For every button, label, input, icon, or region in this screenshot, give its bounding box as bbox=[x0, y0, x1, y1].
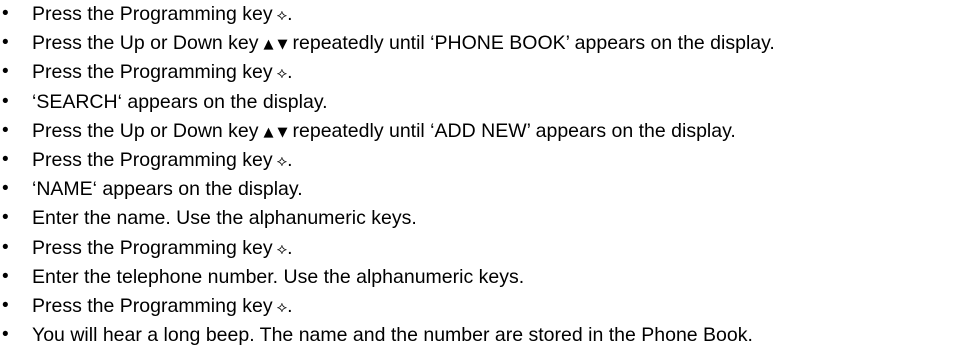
bullet-icon: • bbox=[2, 294, 9, 316]
bullet-icon: • bbox=[2, 324, 9, 346]
up-arrow-icon: ▲ bbox=[263, 124, 278, 140]
bullet-icon: • bbox=[2, 90, 9, 112]
step-label: Enter the telephone number. Use the alph… bbox=[32, 265, 525, 288]
list-item: • Press the Programming key ⟡. bbox=[0, 294, 975, 323]
step-text: Press the Up or Down key ▲▼repeatedly unt… bbox=[32, 119, 736, 145]
step-text: Press the Programming key ⟡. bbox=[32, 294, 293, 319]
list-item: • ‘SEARCH‘ appears on the display. bbox=[0, 90, 975, 119]
bullet-icon: • bbox=[2, 178, 9, 200]
step-label: Enter the name. Use the alphanumeric key… bbox=[32, 207, 417, 230]
step-label: Press the Programming key bbox=[32, 61, 273, 84]
step-text: ‘NAME‘ appears on the display. bbox=[32, 177, 303, 201]
step-text: Enter the telephone number. Use the alph… bbox=[32, 265, 524, 289]
bullet-icon: • bbox=[2, 207, 9, 229]
bullet-icon: • bbox=[2, 61, 9, 83]
list-item: • Press the Programming key ⟡. bbox=[0, 236, 975, 265]
programming-key-icon: ⟡ bbox=[276, 150, 288, 170]
step-suffix: repeatedly until ‘ADD NEW’ appears on th… bbox=[292, 119, 736, 142]
bullet-icon: • bbox=[2, 148, 9, 170]
bullet-icon: • bbox=[2, 3, 9, 24]
up-arrow-icon: ▲ bbox=[263, 37, 278, 53]
bullet-icon: • bbox=[2, 236, 9, 258]
step-suffix: . bbox=[287, 61, 293, 84]
list-item: • Press the Programming key ⟡. bbox=[0, 2, 975, 31]
list-item: • Enter the name. Use the alphanumeric ke… bbox=[0, 206, 975, 235]
step-suffix: . bbox=[287, 294, 293, 317]
list-item: • You will hear a long beep. The name and… bbox=[0, 323, 975, 352]
step-text: Enter the name. Use the alphanumeric key… bbox=[32, 206, 417, 230]
bullet-icon: • bbox=[2, 265, 9, 287]
step-suffix: . bbox=[287, 3, 293, 25]
step-suffix: . bbox=[287, 236, 293, 259]
step-label: Press the Up or Down key bbox=[32, 119, 259, 142]
bullet-icon: • bbox=[2, 119, 9, 141]
step-text: Press the Up or Down key ▲▼repeatedly unt… bbox=[32, 31, 775, 57]
step-label: ‘NAME‘ appears on the display. bbox=[32, 178, 303, 201]
list-item: • Press the Programming key ⟡. bbox=[0, 60, 975, 89]
step-text: Press the Programming key ⟡. bbox=[32, 236, 293, 261]
step-label: ‘SEARCH‘ appears on the display. bbox=[32, 90, 328, 113]
list-item: • Press the Programming key ⟡. bbox=[0, 148, 975, 177]
programming-key-icon: ⟡ bbox=[276, 296, 288, 316]
list-item: • Press the Up or Down key ▲▼repeatedly un… bbox=[0, 31, 975, 60]
bullet-icon: • bbox=[2, 32, 9, 54]
step-label: Press the Programming key bbox=[32, 236, 273, 259]
step-label: Press the Programming key bbox=[32, 294, 273, 317]
down-arrow-icon: ▼ bbox=[277, 124, 292, 140]
step-label: Press the Programming key bbox=[32, 148, 273, 171]
step-label: Press the Up or Down key bbox=[32, 32, 259, 55]
step-suffix: . bbox=[287, 148, 293, 171]
programming-key-icon: ⟡ bbox=[276, 238, 288, 258]
step-label: Press the Programming key bbox=[32, 3, 273, 25]
instruction-list: • Press the Programming key ⟡. • Press the U… bbox=[0, 2, 975, 352]
step-suffix: repeatedly until ‘PHONE BOOK’ appears on… bbox=[292, 32, 775, 55]
list-item: • ‘NAME‘ appears on the display. bbox=[0, 177, 975, 206]
programming-key-icon: ⟡ bbox=[276, 5, 288, 24]
step-text: ‘SEARCH‘ appears on the display. bbox=[32, 90, 328, 114]
step-label: You will hear a long beep. The name and … bbox=[32, 324, 753, 347]
step-text: Press the Programming key ⟡. bbox=[32, 148, 293, 173]
list-item: • Press the Up or Down key ▲▼repeatedly un… bbox=[0, 119, 975, 148]
down-arrow-icon: ▼ bbox=[277, 37, 292, 53]
step-text: Press the Programming key ⟡. bbox=[32, 60, 293, 85]
programming-key-icon: ⟡ bbox=[276, 63, 288, 83]
step-text: You will hear a long beep. The name and … bbox=[32, 323, 753, 347]
step-text: Press the Programming key ⟡. bbox=[32, 2, 293, 27]
list-item: • Enter the telephone number. Use the alp… bbox=[0, 265, 975, 294]
